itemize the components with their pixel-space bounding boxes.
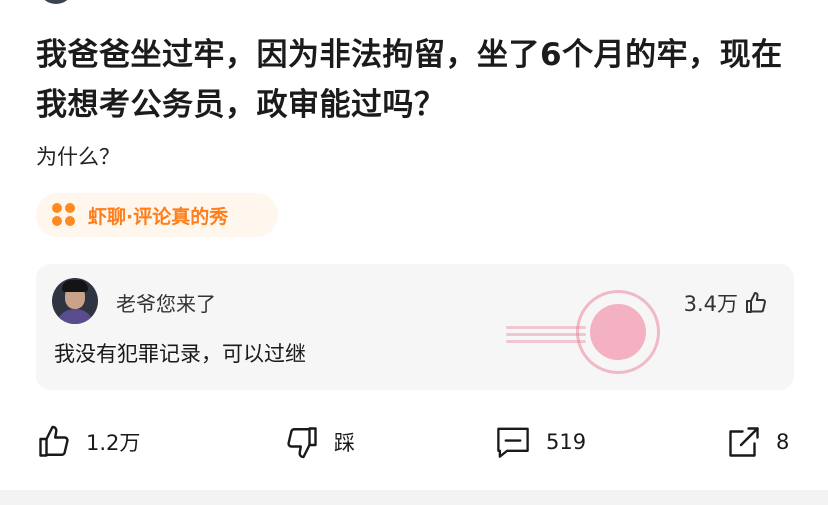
thumbs-up-icon bbox=[39, 425, 69, 457]
commenter-name[interactable]: 老爷您来了 bbox=[116, 288, 216, 317]
dislike-label: 踩 bbox=[334, 431, 355, 455]
watermark-lines bbox=[506, 322, 586, 350]
four-dots-icon bbox=[52, 203, 76, 227]
dislike-button[interactable]: 踩 bbox=[284, 412, 355, 472]
previous-avatar-edge bbox=[38, 0, 74, 4]
comment-button[interactable]: 519 bbox=[494, 412, 586, 472]
question-title[interactable]: 我爸爸坐过牢，因为非法拘留，坐了6个月的牢，现在我想考公务员，政审能过吗？ bbox=[36, 30, 806, 130]
thumbs-up-icon bbox=[746, 292, 766, 313]
share-count: 8 bbox=[776, 430, 790, 454]
action-bar: 1.2万 踩 519 8 bbox=[0, 412, 828, 472]
comment-count: 519 bbox=[546, 430, 587, 454]
comment-bubble-icon bbox=[497, 427, 529, 458]
comment-like-count: 3.4万 bbox=[683, 292, 738, 316]
section-divider bbox=[0, 490, 828, 505]
topic-label: 虾聊·评论真的秀 bbox=[88, 205, 229, 228]
topic-chip[interactable]: 虾聊·评论真的秀 bbox=[36, 193, 278, 237]
watermark-stamp bbox=[567, 281, 669, 383]
share-icon bbox=[729, 427, 759, 457]
thumbs-down-icon bbox=[287, 427, 317, 459]
like-count: 1.2万 bbox=[86, 431, 141, 455]
comment-text[interactable]: 我没有犯罪记录，可以过继 bbox=[54, 338, 306, 368]
avatar[interactable] bbox=[52, 278, 98, 324]
like-button[interactable]: 1.2万 bbox=[36, 412, 140, 472]
share-button[interactable]: 8 bbox=[726, 412, 789, 472]
question-description[interactable]: 为什么？ bbox=[36, 142, 120, 172]
comment-like-button[interactable]: 3.4万 bbox=[684, 288, 768, 318]
hot-comment-card[interactable]: 老爷您来了 3.4万 我没有犯罪记录，可以过继 bbox=[36, 264, 794, 390]
